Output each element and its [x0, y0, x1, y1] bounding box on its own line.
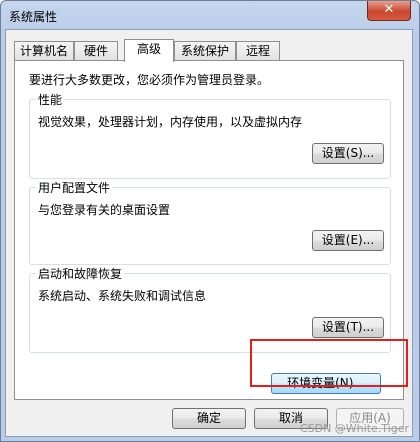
- startup-recovery-group-title: 启动和故障恢复: [36, 265, 125, 282]
- title-bar[interactable]: 系统属性 ✕: [1, 1, 419, 29]
- tab-advanced[interactable]: 高级: [124, 39, 174, 62]
- close-button[interactable]: ✕: [367, 1, 411, 21]
- tab-hardware[interactable]: 硬件: [74, 41, 118, 60]
- user-profiles-group-desc: 与您登录有关的桌面设置: [38, 203, 171, 217]
- user-profiles-settings-button[interactable]: 设置(E)...: [312, 230, 384, 251]
- admin-notice: 要进行大多数更改，您必须作为管理员登录。: [29, 73, 270, 87]
- user-profiles-group-title: 用户配置文件: [36, 179, 113, 196]
- ok-button[interactable]: 确定: [172, 408, 246, 429]
- performance-group-desc: 视觉效果，处理器计划，内存使用，以及虚拟内存: [38, 115, 303, 129]
- tab-system-protection[interactable]: 系统保护: [174, 41, 236, 60]
- startup-recovery-group-desc: 系统启动、系统失败和调试信息: [38, 289, 207, 303]
- performance-group: 性能 视觉效果，处理器计划，内存使用，以及虚拟内存 设置(S)...: [29, 91, 391, 179]
- highlight-annotation-box: [250, 339, 408, 387]
- startup-recovery-settings-button[interactable]: 设置(T)...: [312, 317, 384, 338]
- watermark-text: CSDN @White.Tiger: [299, 422, 409, 435]
- system-properties-window: 系统属性 ✕ 计算机名 硬件 高级 系统保护 远程 要进行大多数更改，您必须作为…: [0, 0, 420, 442]
- performance-settings-button[interactable]: 设置(S)...: [312, 143, 384, 164]
- tab-remote[interactable]: 远程: [236, 41, 280, 60]
- user-profiles-group: 用户配置文件 与您登录有关的桌面设置 设置(E)...: [29, 179, 391, 265]
- performance-group-title: 性能: [36, 91, 65, 108]
- window-title: 系统属性: [9, 10, 58, 24]
- tab-computer-name[interactable]: 计算机名: [14, 41, 74, 60]
